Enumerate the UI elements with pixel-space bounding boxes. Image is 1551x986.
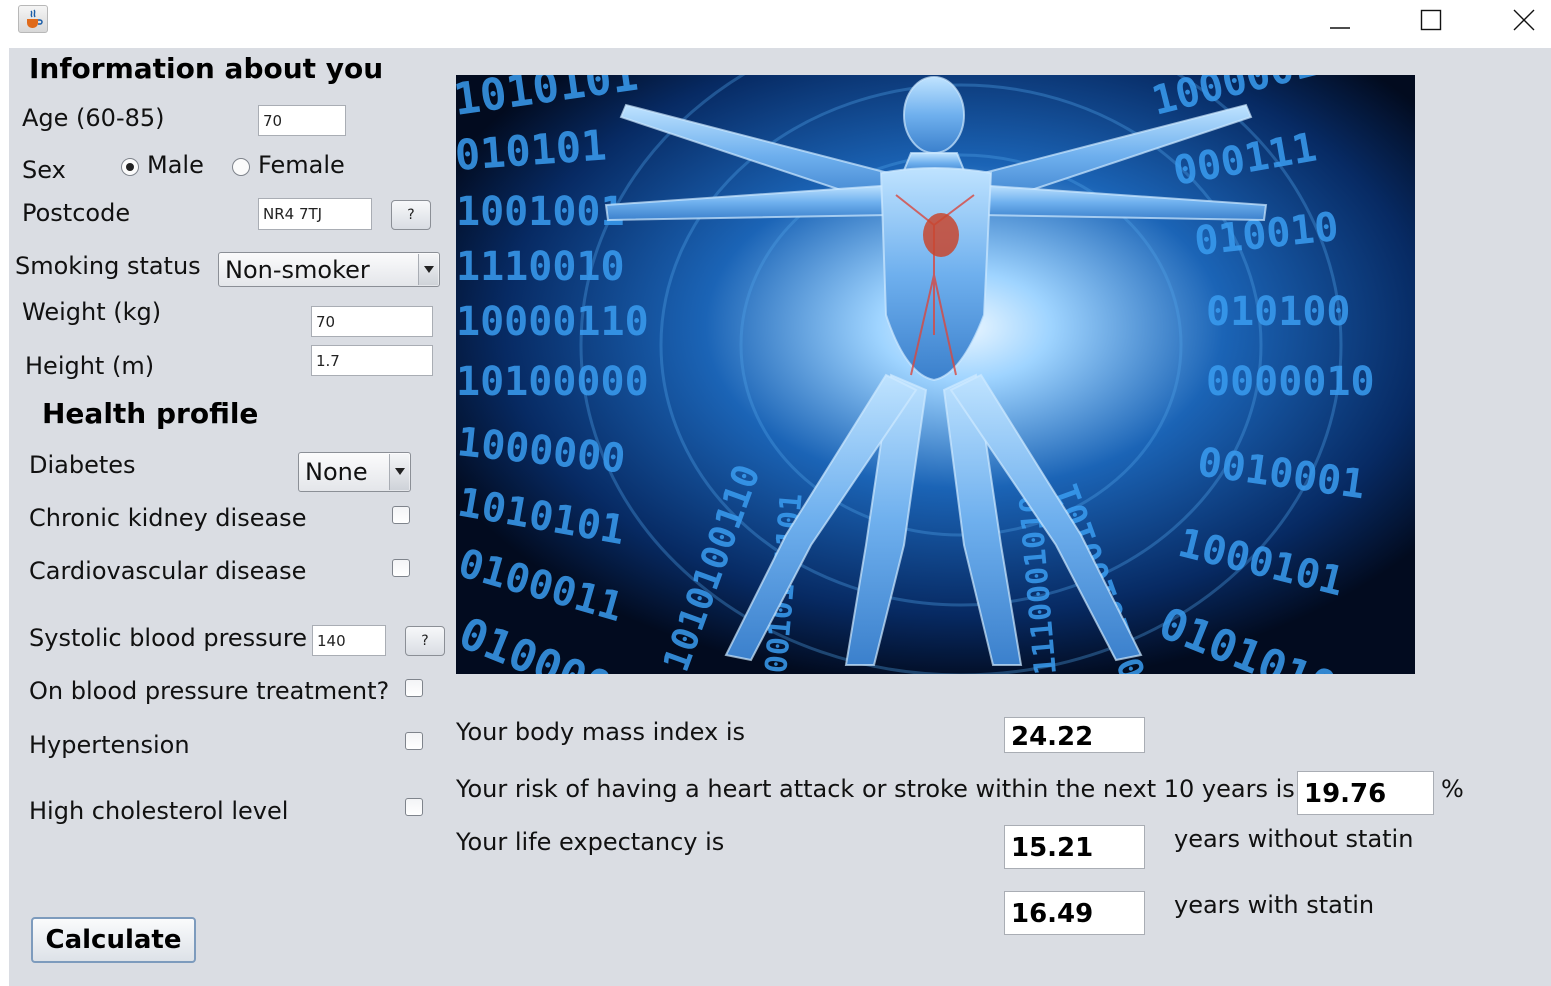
diabetes-label: Diabetes (29, 451, 136, 479)
human-figure-illustration: 1010101 010101 1001001 1110010 10000110 … (456, 75, 1415, 674)
sbp-help-button[interactable]: ? (405, 626, 445, 656)
maximize-icon[interactable] (1396, 0, 1466, 40)
sbp-label: Systolic blood pressure (29, 624, 307, 652)
sex-male-radio[interactable] (121, 158, 139, 176)
life-with-statin-field[interactable]: 16.49 (1004, 891, 1145, 935)
cholesterol-label: High cholesterol level (29, 797, 289, 825)
sbp-field[interactable]: 140 (312, 625, 386, 656)
close-icon[interactable] (1489, 0, 1551, 40)
life-without-statin-field[interactable]: 15.21 (1004, 825, 1145, 869)
diabetes-select-value: None (305, 458, 368, 486)
main-panel: Information about you Age (60-85) 70 Sex… (9, 48, 1551, 986)
smoking-select[interactable]: Non-smoker (218, 252, 440, 287)
svg-text:1110010: 1110010 (456, 244, 625, 290)
age-label: Age (60-85) (22, 104, 165, 132)
bmi-result-field[interactable]: 24.22 (1004, 717, 1145, 753)
sex-male-label[interactable]: Male (147, 153, 204, 177)
risk-label: Your risk of having a heart attack or st… (456, 775, 1295, 803)
svg-text:10000110: 10000110 (456, 299, 649, 345)
bmi-label: Your body mass index is (456, 718, 746, 746)
ckd-label: Chronic kidney disease (29, 504, 307, 532)
hypertension-checkbox[interactable] (405, 732, 423, 750)
svg-text:1001001: 1001001 (456, 189, 625, 235)
cvd-label: Cardiovascular disease (29, 557, 307, 585)
sex-female-radio[interactable] (232, 158, 250, 176)
cholesterol-checkbox[interactable] (405, 798, 423, 816)
diabetes-select[interactable]: None (298, 452, 411, 492)
height-field[interactable]: 1.7 (311, 345, 433, 376)
hypertension-label: Hypertension (29, 731, 190, 759)
life-with-statin-label: years with statin (1174, 891, 1375, 919)
cvd-checkbox[interactable] (392, 559, 410, 577)
sex-female-label[interactable]: Female (258, 153, 345, 177)
chevron-down-icon[interactable] (389, 454, 409, 490)
chevron-down-icon[interactable] (418, 254, 438, 285)
svg-text:10100000: 10100000 (456, 359, 649, 405)
risk-percent-label: % (1441, 775, 1464, 803)
sex-label: Sex (22, 156, 66, 184)
weight-field[interactable]: 70 (311, 306, 433, 337)
postcode-field[interactable]: NR4 7TJ (258, 198, 372, 230)
height-label: Height (m) (25, 352, 155, 380)
postcode-help-button[interactable]: ? (391, 200, 431, 230)
svg-text:010100: 010100 (1206, 289, 1351, 335)
weight-label: Weight (kg) (22, 298, 162, 326)
life-without-statin-label: years without statin (1174, 825, 1414, 853)
vitruvian-binary-image: 1010101 010101 1001001 1110010 10000110 … (456, 75, 1415, 674)
age-field[interactable]: 70 (258, 105, 346, 136)
smoking-label: Smoking status (15, 252, 201, 280)
life-expectancy-label: Your life expectancy is (456, 828, 725, 856)
window-titlebar (0, 0, 1551, 46)
bp-treatment-checkbox[interactable] (405, 679, 423, 697)
minimize-icon[interactable] (1305, 0, 1375, 40)
postcode-label: Postcode (22, 199, 131, 227)
bp-treatment-label: On blood pressure treatment? (29, 677, 390, 705)
smoking-select-value: Non-smoker (225, 255, 370, 284)
ckd-checkbox[interactable] (392, 506, 410, 524)
java-cup-icon (18, 5, 48, 33)
calculate-button[interactable]: Calculate (31, 917, 196, 963)
info-heading: Information about you (29, 52, 384, 85)
risk-result-field[interactable]: 19.76 (1297, 771, 1434, 815)
svg-text:0000010: 0000010 (1206, 359, 1375, 405)
health-heading: Health profile (42, 397, 259, 430)
